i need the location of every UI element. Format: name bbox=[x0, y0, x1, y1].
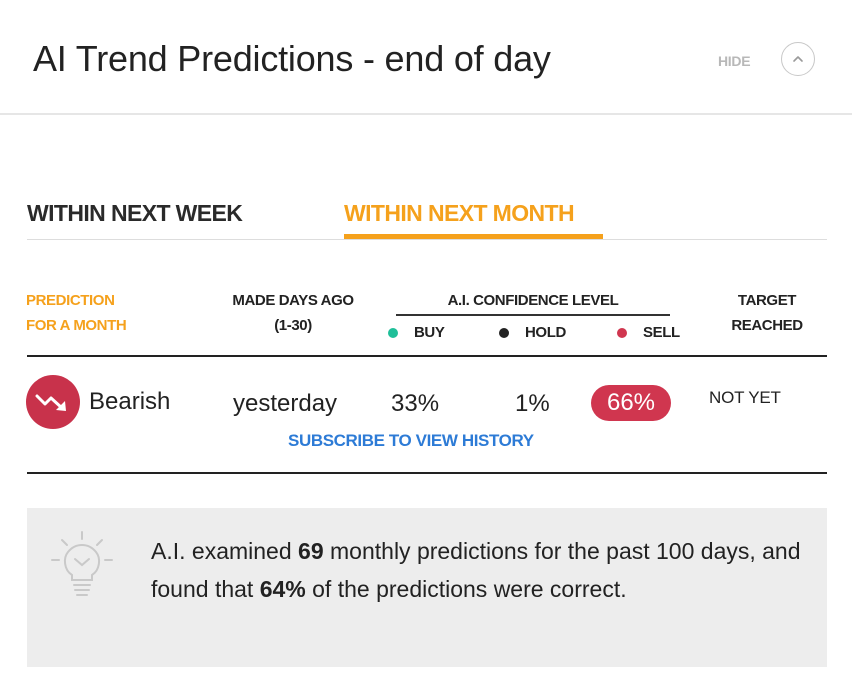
tab-within-next-month[interactable]: WITHIN NEXT MONTH bbox=[344, 200, 575, 227]
page-title: AI Trend Predictions - end of day bbox=[33, 38, 551, 79]
column-header-made-line1: MADE DAYS AGO bbox=[232, 292, 354, 309]
trend-down-icon bbox=[35, 394, 66, 411]
column-header-target-reached: TARGET REACHED bbox=[703, 288, 831, 338]
column-header-target-line1: TARGET bbox=[737, 292, 797, 309]
sell-confidence-badge: 66% bbox=[591, 385, 671, 421]
hold-confidence-value: 1% bbox=[515, 390, 550, 417]
sell-confidence-value: 66% bbox=[606, 389, 656, 416]
target-reached-value: NOT YET bbox=[709, 388, 781, 407]
buy-confidence-value: 33% bbox=[391, 390, 440, 417]
subscribe-history-link[interactable]: SUBSCRIBE TO VIEW HISTORY bbox=[288, 431, 534, 451]
column-header-prediction: PREDICTION FOR A MONTH bbox=[26, 288, 127, 338]
buy-dot-icon bbox=[388, 327, 398, 338]
tabs-divider bbox=[27, 239, 827, 240]
trend-badge bbox=[26, 375, 80, 429]
accuracy-info-text: A.I. examined 69 monthly predictions for… bbox=[151, 532, 801, 608]
sell-dot-icon bbox=[617, 327, 627, 338]
info-percent: 64% bbox=[259, 576, 306, 602]
legend-sell-label: SELL bbox=[643, 324, 680, 341]
confidence-header-rule bbox=[396, 314, 670, 316]
made-days-ago-value: yesterday bbox=[233, 390, 338, 417]
header-divider bbox=[0, 113, 852, 115]
legend-hold: HOLD bbox=[499, 324, 566, 341]
info-count: 69 bbox=[298, 538, 324, 564]
table-header-divider bbox=[27, 355, 827, 357]
column-header-confidence: A.I. CONFIDENCE LEVEL bbox=[447, 292, 619, 309]
column-header-prediction-line2: FOR A MONTH bbox=[26, 317, 127, 334]
hold-dot-icon bbox=[499, 327, 509, 338]
legend-buy-label: BUY bbox=[414, 324, 445, 341]
table-body-divider bbox=[27, 472, 827, 474]
column-header-made-days-ago: MADE DAYS AGO (1-30) bbox=[213, 288, 373, 338]
legend-buy: BUY bbox=[388, 324, 445, 341]
tab-within-next-week[interactable]: WITHIN NEXT WEEK bbox=[27, 200, 243, 227]
legend-hold-label: HOLD bbox=[525, 324, 566, 341]
chevron-up-icon bbox=[793, 56, 803, 62]
lightbulb-icon bbox=[50, 530, 114, 607]
column-header-prediction-line1: PREDICTION bbox=[26, 292, 115, 309]
trend-label: Bearish bbox=[89, 388, 171, 415]
info-text-part1: A.I. examined bbox=[151, 538, 299, 564]
info-text-part3: of the predictions were correct. bbox=[305, 576, 627, 602]
column-header-target-line2: REACHED bbox=[731, 317, 803, 334]
hide-button[interactable]: HIDE bbox=[718, 53, 751, 69]
column-header-made-line2: (1-30) bbox=[274, 317, 312, 334]
collapse-button[interactable] bbox=[781, 42, 815, 76]
legend-sell: SELL bbox=[617, 324, 680, 341]
